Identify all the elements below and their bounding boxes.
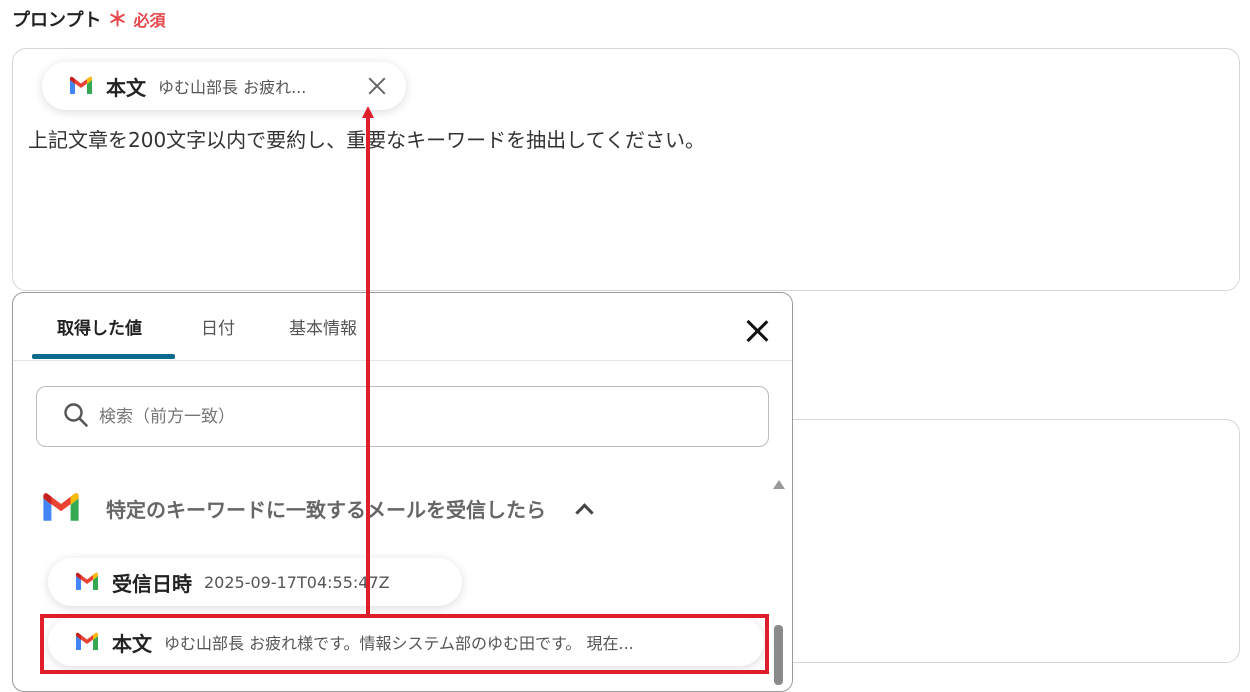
tab-date[interactable]: 日付 [201,314,235,339]
chip-title: 受信日時 [112,571,192,596]
search-icon [63,402,89,432]
prompt-variable-chip[interactable]: 本文 ゆむ山部長 お疲れ... [42,62,406,110]
secondary-field[interactable] [780,419,1240,663]
selection-highlight [40,614,769,674]
close-icon[interactable] [744,318,770,344]
panel-tabs: 取得した値 日付 基本情報 [32,300,782,360]
required-mark: ＊ [107,7,128,31]
prompt-label: プロンプト ＊ 必須 [12,6,165,32]
scrollbar-thumb[interactable] [774,625,783,685]
active-tab-indicator [32,354,175,359]
prompt-label-text: プロンプト [12,10,102,31]
search-input[interactable] [97,405,701,428]
chip-title: 本文 [106,75,146,100]
chip-value: ゆむ山部長 お疲れ... [158,78,307,97]
group-title: 特定のキーワードに一致するメールを受信したら [106,497,546,522]
gmail-icon [74,572,100,592]
search-field[interactable] [36,386,769,447]
tab-acquired-values[interactable]: 取得した値 [57,314,142,339]
gmail-icon [40,492,82,524]
required-text: 必須 [133,11,166,30]
tab-basic-info[interactable]: 基本情報 [289,314,357,339]
scroll-up-arrow[interactable] [773,480,785,489]
trigger-group-header[interactable]: 特定のキーワードに一致するメールを受信したら [40,492,594,524]
value-chip-received-datetime[interactable]: 受信日時 2025-09-17T04:55:47Z [48,558,462,606]
annotation-arrow-line [366,114,370,614]
chip-value: 2025-09-17T04:55:47Z [204,572,390,592]
gmail-icon [68,76,94,96]
close-icon[interactable] [366,75,388,97]
tab-divider [13,360,792,361]
annotation-arrow-head [362,106,374,118]
chevron-up-icon[interactable] [575,502,594,522]
